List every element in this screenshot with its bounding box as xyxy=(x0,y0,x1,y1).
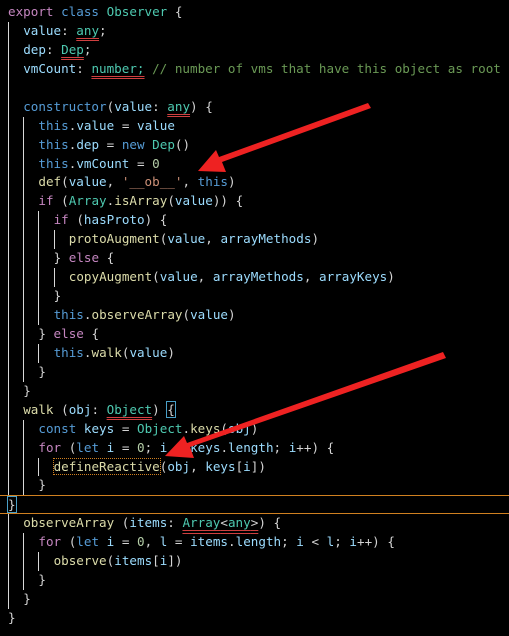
red-arrow-icon xyxy=(198,103,371,172)
annotation-layer xyxy=(165,103,446,458)
red-arrow-icon xyxy=(165,352,446,458)
